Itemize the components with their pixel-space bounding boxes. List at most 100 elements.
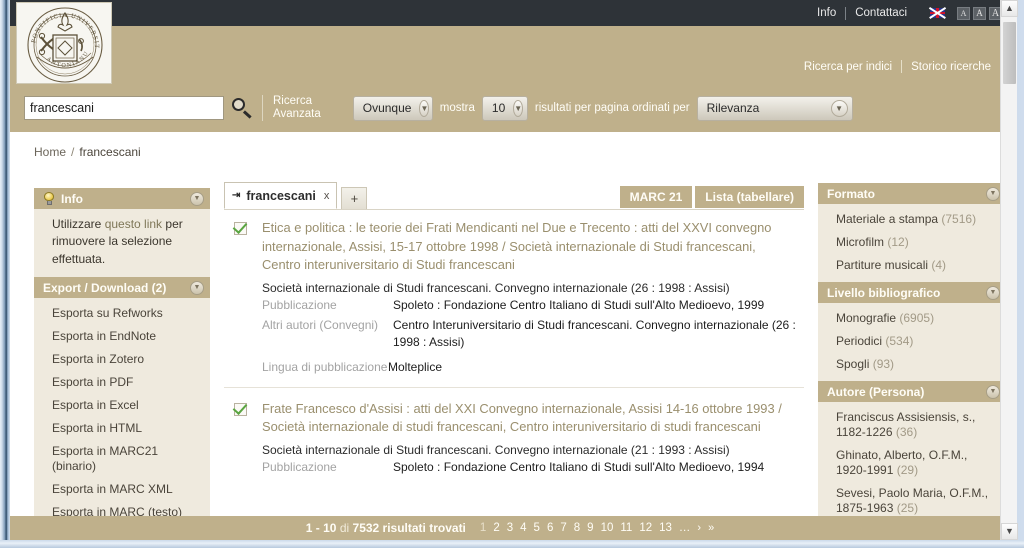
facet-item-label: Materiale a stampa bbox=[836, 212, 939, 226]
page-link-4[interactable]: 4 bbox=[520, 522, 526, 534]
results-range: 1 - 10 bbox=[305, 521, 337, 535]
export-panel-header[interactable]: Export / Download (2) ▼ bbox=[34, 277, 210, 299]
advanced-search-line1: Ricerca bbox=[273, 95, 312, 108]
chevron-down-icon[interactable]: ▼ bbox=[986, 186, 1000, 201]
search-history-link[interactable]: Storico ricerche bbox=[902, 61, 1000, 73]
facet-item[interactable]: Sevesi, Paolo Maria, O.F.M., 1875-1963 (… bbox=[818, 482, 1006, 520]
view-marc21-button[interactable]: MARC 21 bbox=[619, 186, 693, 208]
page-link-3[interactable]: 3 bbox=[507, 522, 513, 534]
page-link-1[interactable]: 1 bbox=[480, 522, 486, 534]
facet-item[interactable]: Partiture musicali (4) bbox=[818, 254, 1006, 277]
tab-arrow-icon: ⇥ bbox=[232, 190, 241, 201]
search-scope-select[interactable]: Ovunque ▼ bbox=[352, 95, 433, 121]
close-icon[interactable]: x bbox=[322, 190, 330, 202]
next-page-icon[interactable]: › bbox=[697, 522, 701, 534]
last-page-icon[interactable]: » bbox=[708, 522, 714, 534]
record-title-link[interactable]: Frate Francesco d'Assisi : atti del XXI … bbox=[262, 400, 800, 437]
chevron-down-icon[interactable]: ▼ bbox=[986, 285, 1000, 300]
record-select-checkbox[interactable] bbox=[234, 222, 247, 235]
font-size-small-button[interactable]: A bbox=[957, 6, 970, 20]
search-scope-value: Ovunque bbox=[362, 101, 412, 115]
page-link-7[interactable]: 7 bbox=[560, 522, 566, 534]
advanced-search-link[interactable]: Ricerca Avanzata bbox=[273, 95, 321, 121]
export-item-html[interactable]: Esporta in HTML bbox=[34, 417, 210, 440]
chevron-down-icon[interactable]: ▼ bbox=[986, 384, 1000, 399]
facet-item[interactable]: Ghinato, Alberto, O.F.M., 1920-1991 (29) bbox=[818, 444, 1006, 482]
export-item-marc21-binary[interactable]: Esporta in MARC21 (binario) bbox=[34, 440, 210, 478]
facet-item-label: Microfilm bbox=[836, 235, 884, 249]
magnifier-icon[interactable] bbox=[228, 94, 258, 122]
font-size-medium-button[interactable]: A bbox=[973, 6, 986, 20]
info-panel: Info ▼ Utilizzare questo link per rimuov… bbox=[34, 188, 210, 278]
query-tab-francescani[interactable]: ⇥ francescani x bbox=[224, 182, 338, 209]
scroll-up-button[interactable]: ▲ bbox=[1001, 0, 1018, 17]
page-link-2[interactable]: 2 bbox=[493, 522, 499, 534]
facet-item[interactable]: Franciscus Assisiensis, s., 1182-1226 (3… bbox=[818, 406, 1006, 444]
clear-selection-link[interactable]: questo link bbox=[105, 217, 162, 231]
record-field: Altri autori (Convegni) Centro Interuniv… bbox=[262, 317, 800, 352]
record-field-value: Spoleto : Fondazione Centro Italiano di … bbox=[393, 298, 765, 313]
record-select-checkbox[interactable] bbox=[234, 402, 247, 416]
chevron-down-icon[interactable]: ▼ bbox=[190, 191, 204, 206]
info-panel-header[interactable]: Info ▼ bbox=[34, 188, 210, 209]
facet-item-label: Spogli bbox=[836, 357, 870, 371]
record-fields: Pubblicazione Spoleto : Fondazione Centr… bbox=[262, 459, 800, 476]
window-left-border bbox=[0, 0, 10, 548]
page-link-8[interactable]: 8 bbox=[574, 522, 580, 534]
facet-autore-list: Franciscus Assisiensis, s., 1182-1226 (3… bbox=[818, 402, 1006, 520]
sort-order-select[interactable]: Rilevanza ▼ bbox=[696, 95, 853, 121]
results-per-page-select[interactable]: 10 ▼ bbox=[481, 95, 528, 121]
facet-formato-title: Formato bbox=[827, 186, 875, 201]
uk-flag-icon[interactable] bbox=[930, 8, 945, 18]
record-title-link[interactable]: Etica e politica : le teorie dei Frati M… bbox=[262, 219, 800, 275]
facet-autore-header[interactable]: Autore (Persona) ▼ bbox=[818, 381, 1006, 402]
logo-seal-graphic: PONTIFICIA UNIVERSITAS ANTONIANUM bbox=[17, 3, 103, 83]
search-input[interactable] bbox=[24, 96, 224, 120]
facet-item-label: Partiture musicali bbox=[836, 258, 929, 272]
facet-item[interactable]: Materiale a stampa (7516) bbox=[818, 208, 1006, 231]
university-logo[interactable]: PONTIFICIA UNIVERSITAS ANTONIANUM bbox=[16, 2, 112, 84]
breadcrumb-home[interactable]: Home bbox=[34, 145, 66, 159]
view-mode-buttons: MARC 21 Lista (tabellare) bbox=[619, 186, 804, 208]
site-header: PONTIFICIA UNIVERSITAS ANTONIANUM Ricerc… bbox=[10, 2, 1010, 132]
facet-formato-header[interactable]: Formato ▼ bbox=[818, 183, 1006, 204]
add-tab-button[interactable]: + bbox=[341, 187, 368, 209]
page-link-5[interactable]: 5 bbox=[534, 522, 540, 534]
facet-item[interactable]: Spogli (93) bbox=[818, 353, 1006, 376]
facet-item-label: Monografie bbox=[836, 311, 897, 325]
chevron-down-icon: ▼ bbox=[513, 99, 524, 117]
export-item-marc-xml[interactable]: Esporta in MARC XML bbox=[34, 478, 210, 501]
export-item-pdf[interactable]: Esporta in PDF bbox=[34, 371, 210, 394]
record-field: Pubblicazione Spoleto : Fondazione Centr… bbox=[262, 459, 800, 476]
indices-search-link[interactable]: Ricerca per indici bbox=[795, 61, 901, 73]
contact-link[interactable]: Contattaci bbox=[846, 7, 916, 19]
info-link[interactable]: Info bbox=[808, 7, 845, 19]
export-item-refworks[interactable]: Esporta su Refworks bbox=[34, 302, 210, 325]
left-sidebar: Info ▼ Utilizzare questo link per rimuov… bbox=[34, 188, 210, 520]
scrollbar-thumb[interactable] bbox=[1003, 22, 1016, 84]
facet-autore-title: Autore (Persona) bbox=[827, 384, 925, 399]
page-link-6[interactable]: 6 bbox=[547, 522, 553, 534]
view-table-list-button[interactable]: Lista (tabellare) bbox=[695, 186, 804, 208]
page-link-9[interactable]: 9 bbox=[587, 522, 593, 534]
chevron-down-icon[interactable]: ▼ bbox=[190, 280, 204, 295]
page-link-11[interactable]: 11 bbox=[620, 522, 632, 534]
page-link-10[interactable]: 10 bbox=[601, 522, 614, 534]
record-field-key: Altri autori (Convegni) bbox=[262, 317, 379, 332]
facet-livello-list: Monografie (6905) Periodici (534) Spogli… bbox=[818, 303, 1006, 381]
facet-item-count: (29) bbox=[896, 463, 919, 477]
page-scrollbar[interactable]: ▲ ▼ bbox=[1000, 0, 1018, 540]
page-link-12[interactable]: 12 bbox=[639, 522, 652, 534]
export-item-excel[interactable]: Esporta in Excel bbox=[34, 394, 210, 417]
scroll-down-button[interactable]: ▼ bbox=[1001, 523, 1018, 540]
export-item-endnote[interactable]: Esporta in EndNote bbox=[34, 325, 210, 348]
record-field-value: Spoleto : Fondazione Centro Italiano di … bbox=[393, 460, 765, 475]
page-link-13[interactable]: 13 bbox=[659, 522, 672, 534]
chevron-down-icon: ▼ bbox=[830, 99, 848, 117]
facet-item[interactable]: Monografie (6905) bbox=[818, 307, 1006, 330]
facet-livello-header[interactable]: Livello bibliografico ▼ bbox=[818, 282, 1006, 303]
facet-item[interactable]: Microfilm (12) bbox=[818, 231, 1006, 254]
facet-livello-title: Livello bibliografico bbox=[827, 285, 941, 300]
facet-item[interactable]: Periodici (534) bbox=[818, 330, 1006, 353]
export-item-zotero[interactable]: Esporta in Zotero bbox=[34, 348, 210, 371]
